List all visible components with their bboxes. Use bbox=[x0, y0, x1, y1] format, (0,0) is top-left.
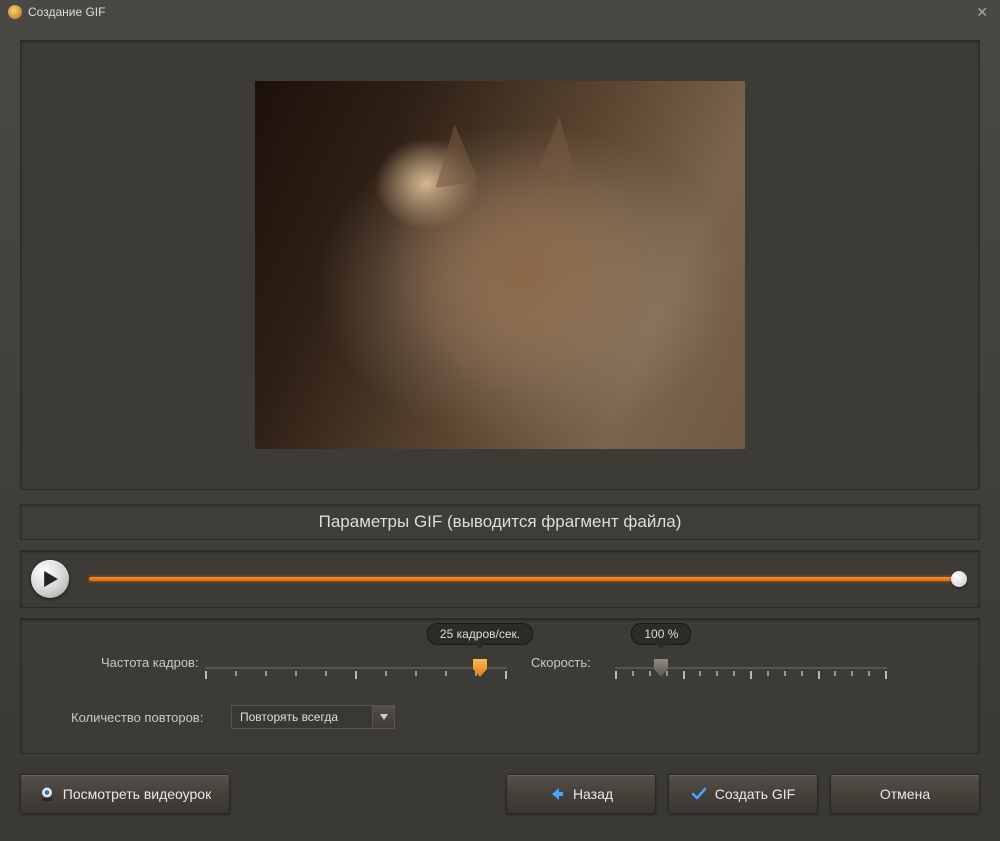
timeline-panel bbox=[20, 550, 980, 608]
speed-tooltip: 100 % bbox=[631, 623, 691, 645]
play-button[interactable] bbox=[31, 560, 69, 598]
cancel-button[interactable]: Отмена bbox=[830, 774, 980, 814]
speed-label: Скорость: bbox=[531, 655, 611, 670]
back-label: Назад bbox=[573, 786, 613, 802]
create-gif-button[interactable]: Создать GIF bbox=[668, 774, 818, 814]
timeline-track[interactable] bbox=[89, 569, 965, 589]
framerate-slider[interactable]: 25 кадров/сек. bbox=[201, 647, 511, 677]
speed-handle[interactable] bbox=[654, 659, 668, 677]
framerate-handle[interactable] bbox=[473, 659, 487, 677]
controls-panel: Частота кадров: 25 кадров/сек. Скорость:… bbox=[20, 618, 980, 754]
tutorial-label: Посмотреть видеоурок bbox=[63, 786, 211, 802]
play-icon bbox=[44, 571, 58, 587]
create-label: Создать GIF bbox=[715, 786, 795, 802]
app-icon bbox=[8, 5, 22, 19]
timeline-handle[interactable] bbox=[951, 571, 967, 587]
preview-image bbox=[255, 81, 745, 449]
check-icon bbox=[691, 786, 707, 802]
framerate-label: Частота кадров: bbox=[51, 655, 201, 670]
back-button[interactable]: Назад bbox=[506, 774, 656, 814]
close-icon[interactable]: ✕ bbox=[972, 4, 992, 21]
repeat-select[interactable]: Повторять всегда bbox=[231, 705, 395, 729]
window-title: Создание GIF bbox=[28, 5, 105, 19]
timeline-bar bbox=[89, 577, 965, 581]
framerate-tooltip: 25 кадров/сек. bbox=[427, 623, 533, 645]
section-header-label: Параметры GIF (выводится фрагмент файла) bbox=[319, 512, 682, 532]
cancel-label: Отмена bbox=[880, 786, 930, 802]
preview-panel bbox=[20, 40, 980, 490]
titlebar: Создание GIF ✕ bbox=[0, 0, 1000, 24]
repeat-value: Повторять всегда bbox=[232, 706, 372, 728]
webcam-icon bbox=[39, 786, 55, 802]
arrow-left-icon bbox=[549, 786, 565, 802]
speed-slider[interactable]: 100 % bbox=[611, 647, 891, 677]
footer: Посмотреть видеоурок Назад Создать GIF О… bbox=[0, 754, 1000, 834]
chevron-down-icon bbox=[372, 706, 394, 728]
tutorial-button[interactable]: Посмотреть видеоурок bbox=[20, 774, 230, 814]
section-header: Параметры GIF (выводится фрагмент файла) bbox=[20, 504, 980, 540]
repeat-label: Количество повторов: bbox=[51, 710, 231, 725]
